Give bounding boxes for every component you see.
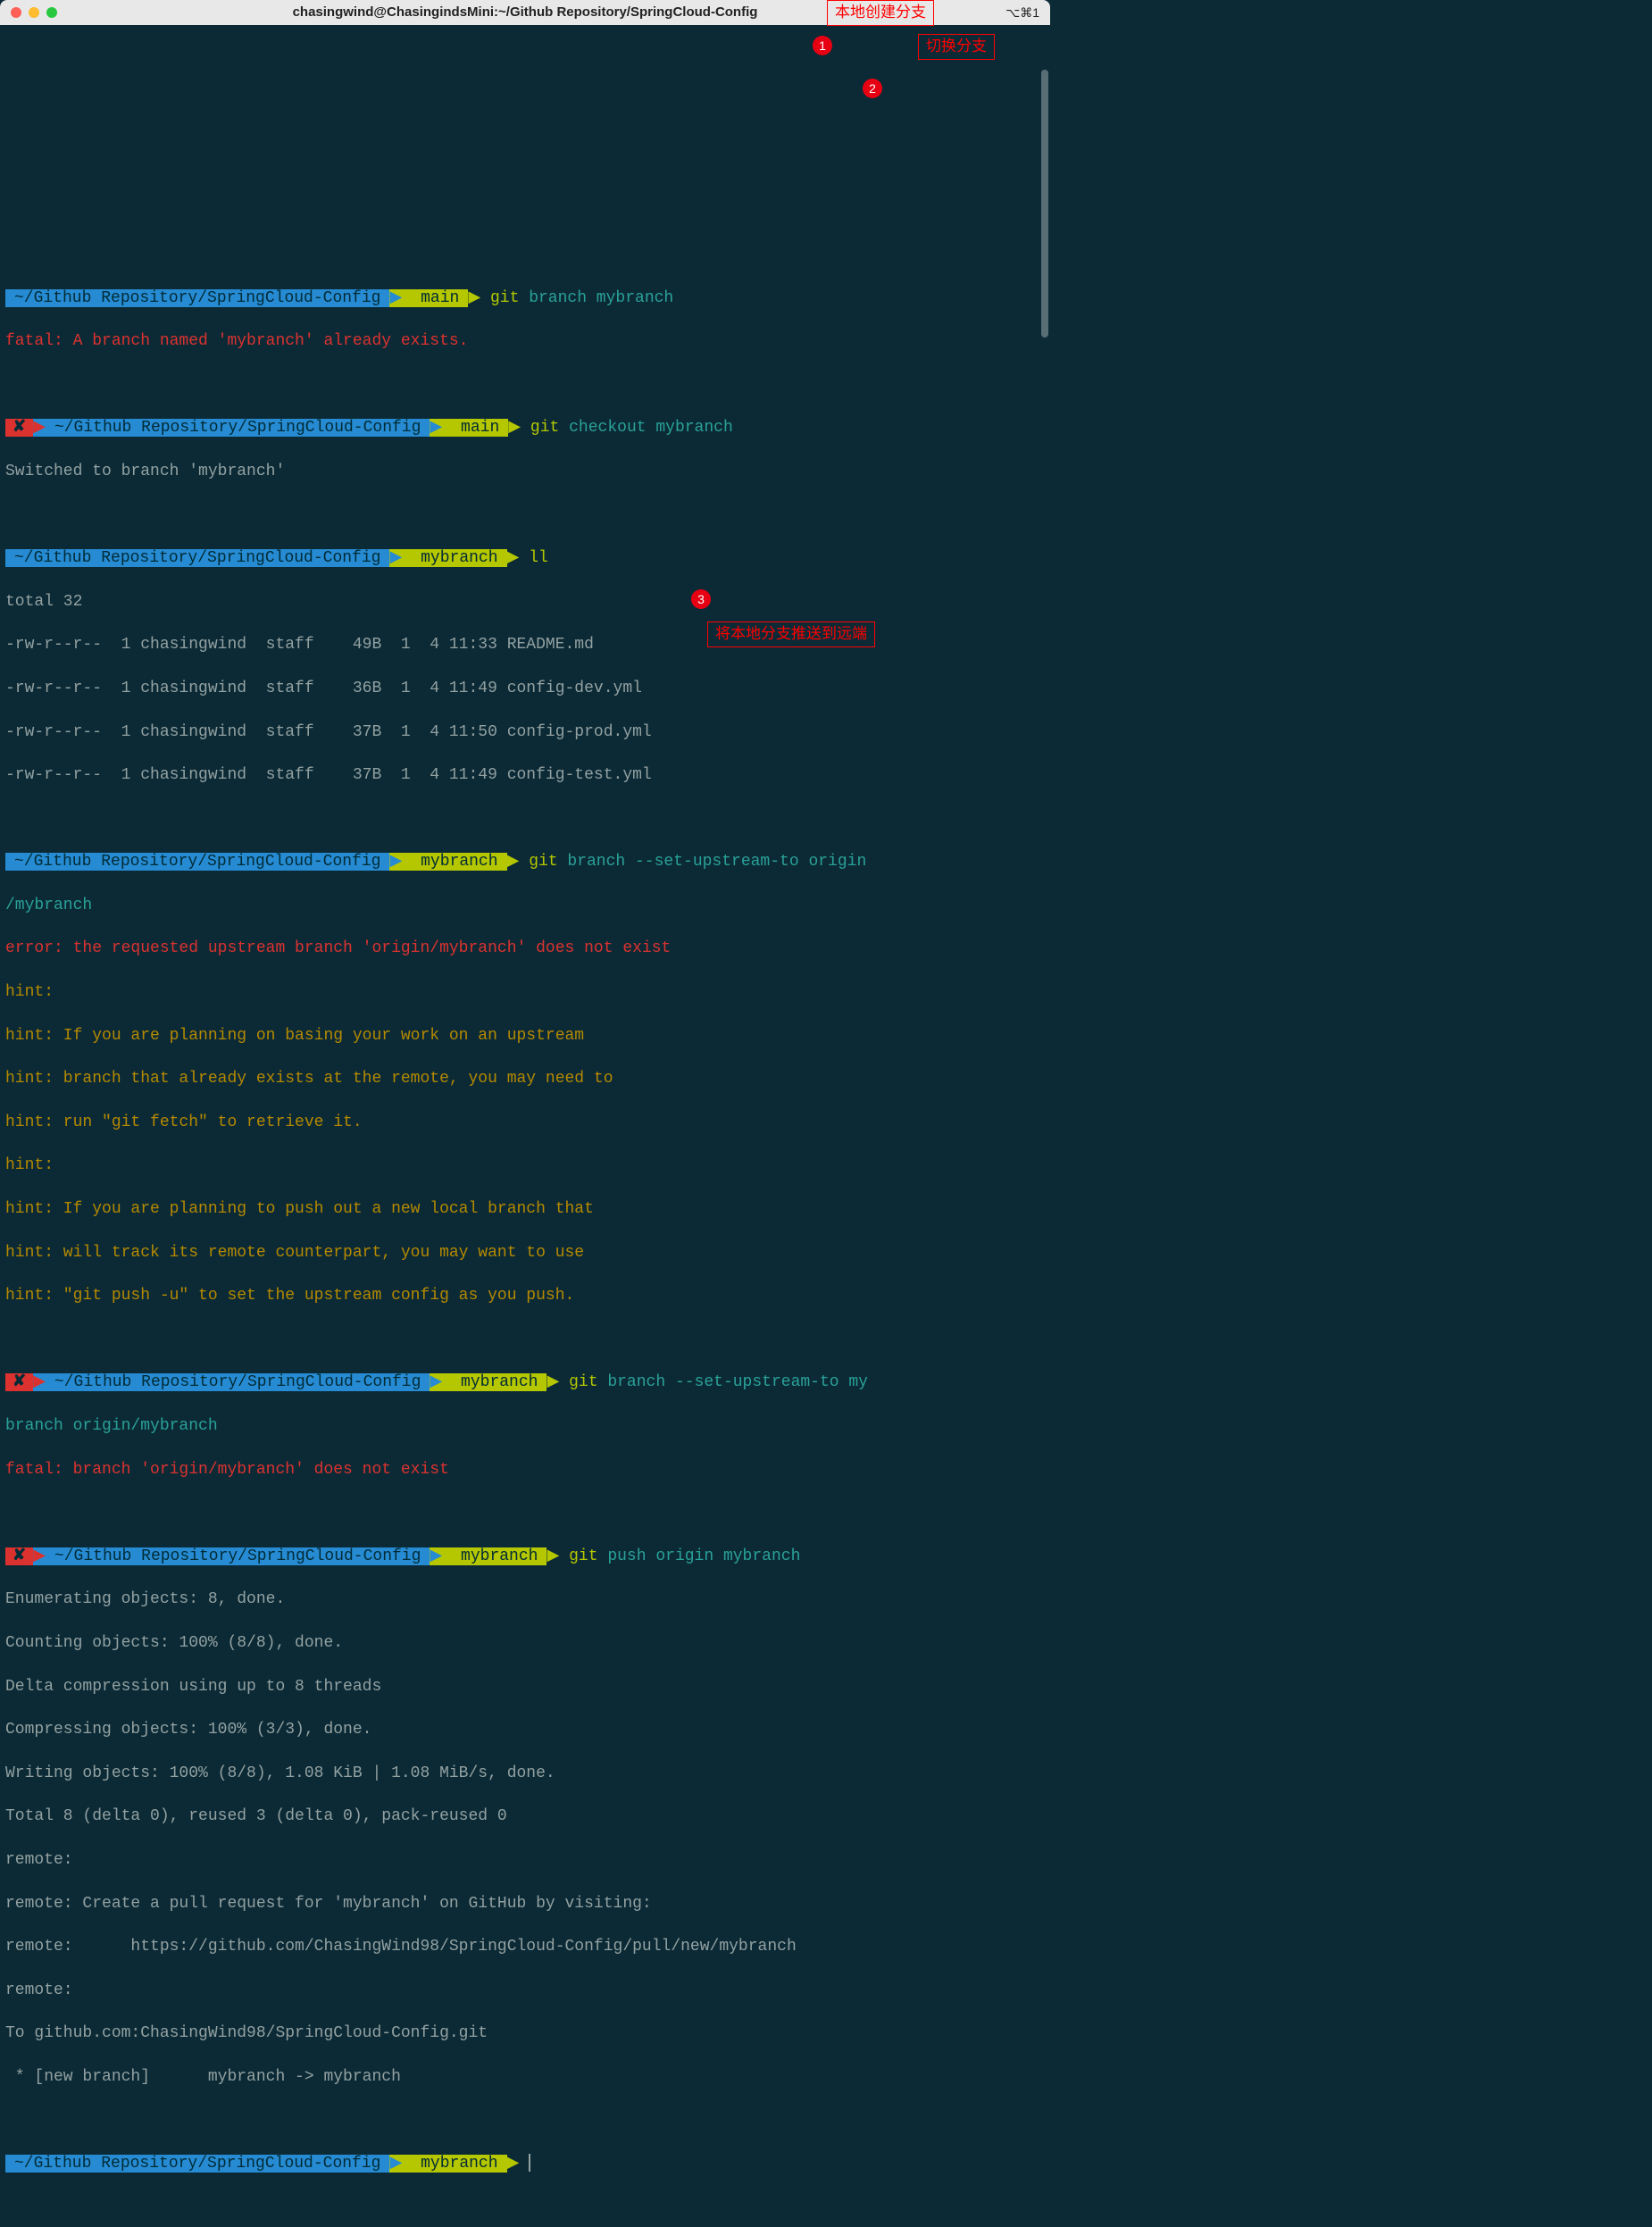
error-mark: ✘ [5,1373,33,1391]
traffic-lights [11,7,57,18]
badge-2: 2 [863,79,882,98]
prompt-line-1: ~/Github Repository/SpringCloud-Config▶ … [5,288,1045,309]
path-segment: ~/Github Repository/SpringCloud-Config [46,1373,430,1391]
terminal-body[interactable]: 本地创建分支 切换分支 1 2 3 将本地分支推送到远端 ~/Github Re… [0,25,1050,2227]
push-out: * [new branch] mybranch -> mybranch [5,2066,1045,2088]
push-out: To github.com:ChasingWind98/SpringCloud-… [5,2023,1045,2044]
error-mark: ✘ [5,419,33,437]
ll-row: -rw-r--r-- 1 chasingwind staff 36B 1 4 1… [5,678,1045,699]
branch-segment: mybranch [442,1373,546,1391]
output-fatal: fatal: branch 'origin/mybranch' does not… [5,1459,1045,1480]
push-out: Total 8 (delta 0), reused 3 (delta 0), p… [5,1806,1045,1827]
window-title: chasingwind@ChasingindsMini:~/Github Rep… [293,4,758,21]
cmd-args: branch --set-upstream-to origin [558,853,867,871]
path-segment: ~/Github Repository/SpringCloud-Config [5,2155,389,2173]
ll-row: -rw-r--r-- 1 chasingwind staff 37B 1 4 1… [5,764,1045,786]
branch-segment: main [442,419,508,437]
prompt-line-final: ~/Github Repository/SpringCloud-Config▶ … [5,2153,1045,2174]
cmd-git: git [530,419,559,437]
branch-segment: mybranch [442,1547,546,1565]
output-hint: hint: If you are planning to push out a … [5,1198,1045,1220]
prompt-line-5: ✘▶~/Github Repository/SpringCloud-Config… [5,1372,1045,1393]
prompt-line-4: ~/Github Repository/SpringCloud-Config▶ … [5,851,1045,872]
cursor[interactable] [529,2154,530,2172]
close-button[interactable] [11,7,21,18]
cmd-git: git [569,1547,597,1565]
cmd-git: git [569,1373,597,1391]
push-out: Writing objects: 100% (8/8), 1.08 KiB | … [5,1763,1045,1784]
prompt-line-3: ~/Github Repository/SpringCloud-Config▶ … [5,547,1045,569]
annotation-create-branch: 本地创建分支 [827,0,934,26]
branch-segment: mybranch [402,2155,506,2173]
push-out: Compressing objects: 100% (3/3), done. [5,1719,1045,1740]
badge-3: 3 [691,589,711,609]
maximize-button[interactable] [46,7,57,18]
annotation-push-remote: 将本地分支推送到远端 [707,621,875,647]
cmd-args: checkout mybranch [559,419,732,437]
annotation-switch-branch: 切换分支 [918,34,995,60]
cmd-git: git [490,289,519,307]
ll-row: total 32 [5,591,1045,613]
push-out: Delta compression using up to 8 threads [5,1676,1045,1697]
path-segment: ~/Github Repository/SpringCloud-Config [5,853,389,871]
push-out: Enumerating objects: 8, done. [5,1589,1045,1610]
push-out: remote: [5,1980,1045,2001]
prompt-line-6: ✘▶~/Github Repository/SpringCloud-Config… [5,1546,1045,1567]
output-hint: hint: If you are planning on basing your… [5,1025,1045,1047]
path-segment: ~/Github Repository/SpringCloud-Config [46,1547,430,1565]
push-out: Counting objects: 100% (8/8), done. [5,1632,1045,1654]
output-hint: hint: branch that already exists at the … [5,1068,1045,1089]
output-fatal: fatal: A branch named 'mybranch' already… [5,330,1045,352]
push-out: remote: [5,1849,1045,1871]
output-hint: hint: [5,981,1045,1003]
path-segment: ~/Github Repository/SpringCloud-Config [46,419,430,437]
cmd-args: branch --set-upstream-to my [598,1373,868,1391]
cmd-args: push origin mybranch [598,1547,801,1565]
output-hint: hint: will track its remote counterpart,… [5,1242,1045,1264]
push-out: remote: https://github.com/ChasingWind98… [5,1936,1045,1957]
cmd-args: branch mybranch [519,289,673,307]
path-segment: ~/Github Repository/SpringCloud-Config [5,289,389,307]
error-mark: ✘ [5,1547,33,1565]
ll-row: -rw-r--r-- 1 chasingwind staff 49B 1 4 1… [5,634,1045,655]
output-switched: Switched to branch 'mybranch' [5,461,1045,482]
cmd-git: git [529,853,557,871]
minimize-button[interactable] [29,7,39,18]
output-hint: hint: "git push -u" to set the upstream … [5,1285,1045,1306]
output-hint: hint: [5,1155,1045,1176]
branch-segment: main [402,289,468,307]
push-out: remote: Create a pull request for 'mybra… [5,1893,1045,1914]
scrollbar[interactable] [1041,70,1048,338]
cmd-cont: /mybranch [5,895,1045,916]
output-error: error: the requested upstream branch 'or… [5,938,1045,959]
branch-segment: mybranch [402,549,506,567]
cmd-cont: branch origin/mybranch [5,1415,1045,1437]
badge-1: 1 [813,36,832,55]
prompt-line-2: ✘▶~/Github Repository/SpringCloud-Config… [5,417,1045,438]
output-hint: hint: run "git fetch" to retrieve it. [5,1112,1045,1133]
branch-segment: mybranch [402,853,506,871]
ll-row: -rw-r--r-- 1 chasingwind staff 37B 1 4 1… [5,721,1045,743]
cmd-ll: ll [529,549,548,567]
path-segment: ~/Github Repository/SpringCloud-Config [5,549,389,567]
window-shortcut: ⌥⌘1 [1005,4,1039,21]
